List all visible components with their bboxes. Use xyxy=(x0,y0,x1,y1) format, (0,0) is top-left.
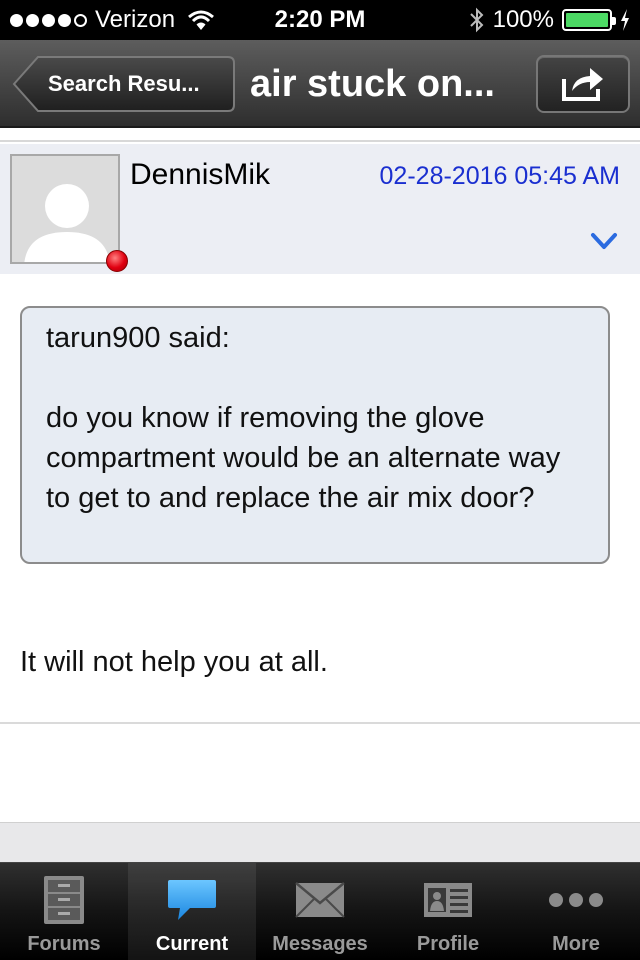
screen: Verizon 2:20 PM 100% Search Resu... air … xyxy=(0,0,640,960)
post-body: It will not help you at all. xyxy=(20,646,328,678)
tab-more[interactable]: More xyxy=(512,863,640,960)
navigation-bar: Search Resu... air stuck on... xyxy=(0,40,640,128)
offline-status-icon xyxy=(106,250,128,272)
share-button[interactable] xyxy=(536,55,630,113)
pager-area xyxy=(0,822,640,862)
back-button-label: Search Resu... xyxy=(48,71,200,96)
tab-label: Profile xyxy=(416,933,480,955)
tab-forums[interactable]: Forums xyxy=(0,863,128,960)
nav-separator xyxy=(0,128,640,142)
more-dots-icon xyxy=(549,893,603,907)
id-card-icon xyxy=(424,883,472,917)
back-button[interactable]: Search Resu... xyxy=(12,55,236,113)
quote-author: tarun900 said: xyxy=(46,322,230,354)
battery-percent: 100% xyxy=(492,6,554,33)
envelope-icon xyxy=(295,882,345,918)
chevron-down-icon[interactable] xyxy=(590,230,618,252)
quote-block: tarun900 said: do you know if removing t… xyxy=(20,306,610,564)
post-divider xyxy=(0,722,640,724)
tab-label: Messages xyxy=(272,933,368,955)
tab-profile[interactable]: Profile xyxy=(384,863,512,960)
post-header: DennisMik 02-28-2016 05:45 AM xyxy=(0,144,640,274)
tab-messages[interactable]: Messages xyxy=(256,863,384,960)
tab-label: Current xyxy=(155,933,229,955)
default-avatar-icon xyxy=(24,184,110,262)
tab-current[interactable]: Current xyxy=(128,863,256,960)
bluetooth-icon xyxy=(469,7,484,33)
cabinet-icon xyxy=(44,876,84,924)
page-title: air stuck on... xyxy=(250,63,495,105)
speech-bubble-icon xyxy=(168,880,216,920)
battery-icon xyxy=(562,9,616,31)
status-right-group: 100% xyxy=(469,6,630,34)
charging-icon xyxy=(621,9,629,31)
share-icon xyxy=(562,68,603,101)
post-username[interactable]: DennisMik xyxy=(130,158,270,192)
post-date: 02-28-2016 05:45 AM xyxy=(379,162,620,190)
avatar[interactable] xyxy=(10,154,120,264)
tab-label: Forums xyxy=(27,933,101,955)
quote-text: do you know if removing the glove compar… xyxy=(46,402,561,514)
tab-bar: Forums Current Messages Profile More xyxy=(0,862,640,960)
status-bar: Verizon 2:20 PM 100% xyxy=(0,0,640,40)
tab-label: More xyxy=(552,933,600,955)
